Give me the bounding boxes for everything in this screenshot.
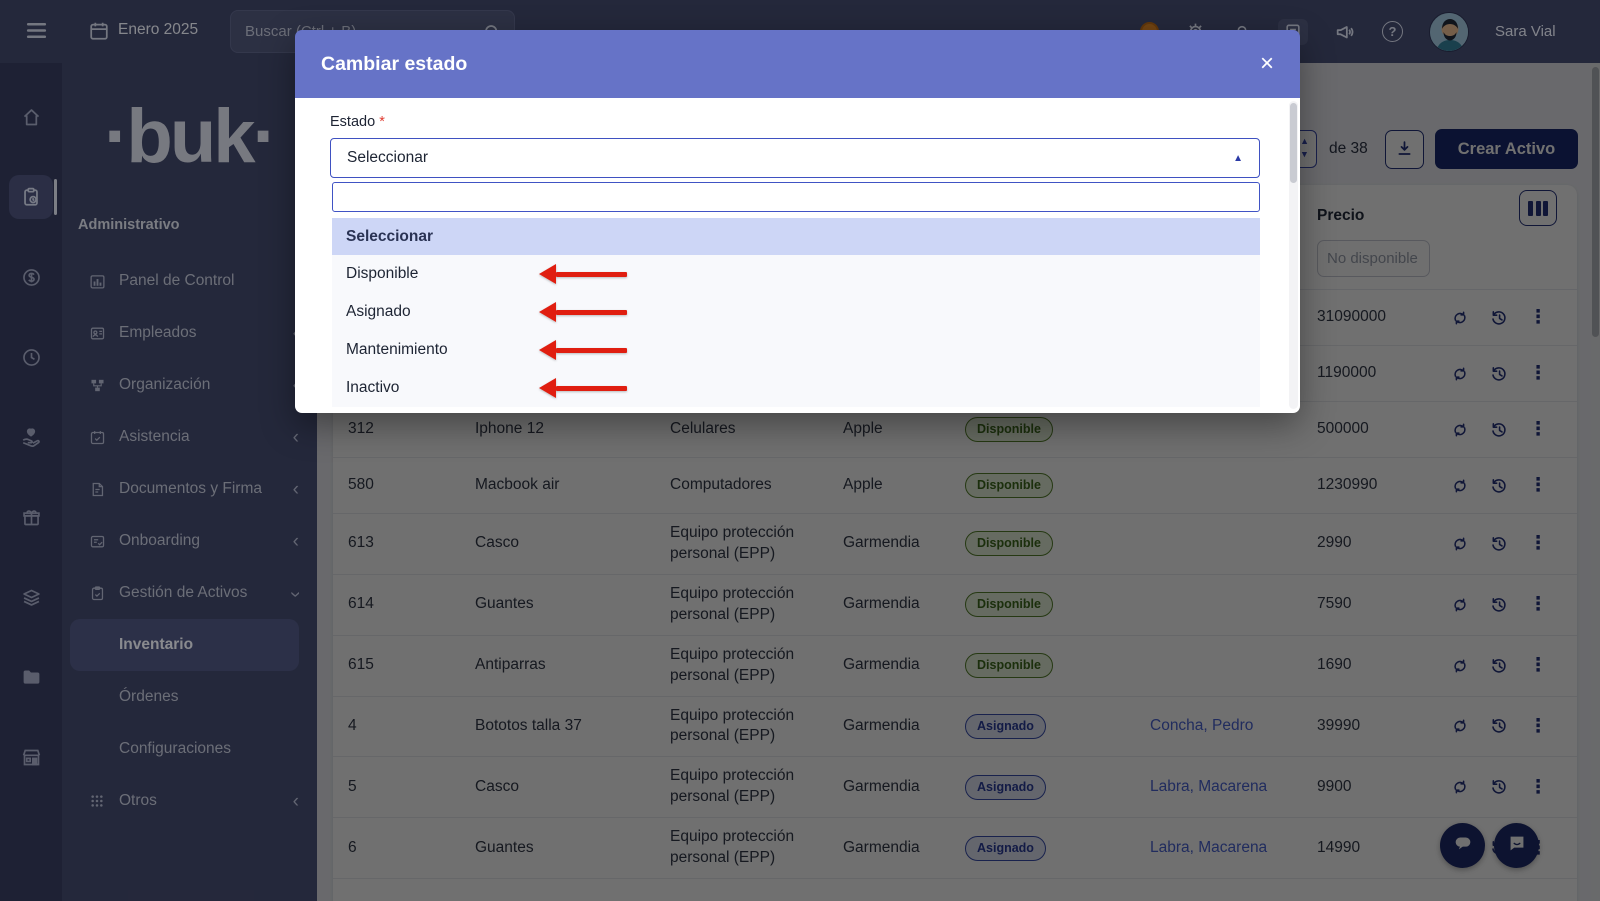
dropdown-option-mantenimiento[interactable]: Mantenimiento xyxy=(332,331,1260,369)
select-value: Seleccionar xyxy=(347,149,428,167)
modal-title: Cambiar estado xyxy=(321,53,467,76)
dropdown-option-disponible[interactable]: Disponible xyxy=(332,255,1260,293)
modal-body: Estado * Seleccionar ▲ Seleccionar Dispo… xyxy=(295,98,1300,413)
dropdown-option-inactivo[interactable]: Inactivo xyxy=(332,369,1260,407)
required-asterisk: * xyxy=(379,114,385,130)
estado-dropdown: Seleccionar Disponible Asignado Mantenim… xyxy=(332,182,1260,407)
app-window: Enero 2025 ? Sara Via xyxy=(0,0,1600,901)
annotation-arrow xyxy=(539,264,627,284)
annotation-arrow xyxy=(539,378,627,398)
dropdown-option-seleccionar[interactable]: Seleccionar xyxy=(332,218,1260,255)
dropdown-search-input[interactable] xyxy=(332,182,1260,212)
annotation-arrow xyxy=(539,302,627,322)
annotation-arrow xyxy=(539,340,627,360)
modal-scrollbar[interactable] xyxy=(1289,101,1298,409)
modal-header: Cambiar estado × xyxy=(295,30,1300,98)
dropdown-option-asignado[interactable]: Asignado xyxy=(332,293,1260,331)
estado-select[interactable]: Seleccionar ▲ xyxy=(330,138,1260,178)
close-icon[interactable]: × xyxy=(1260,52,1274,76)
change-state-modal: Cambiar estado × Estado * Seleccionar ▲ … xyxy=(295,30,1300,413)
caret-up-icon: ▲ xyxy=(1233,153,1243,164)
modal-scrollbar-thumb[interactable] xyxy=(1290,103,1297,183)
estado-field-label: Estado xyxy=(330,114,375,130)
